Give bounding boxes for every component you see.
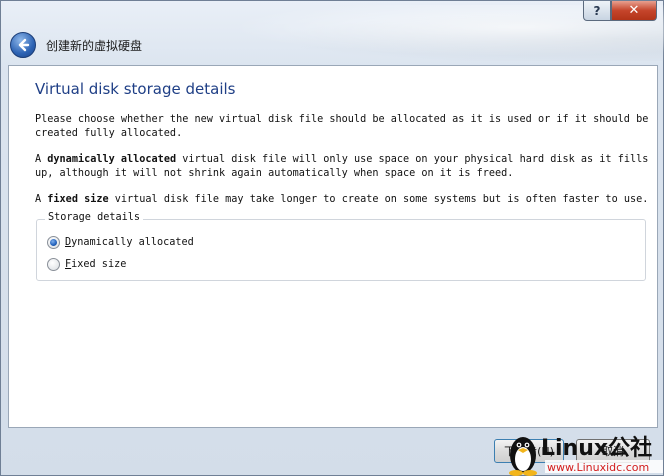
dynamic-paragraph-pre: A — [35, 154, 48, 165]
title-buttons: ? ✕ — [583, 1, 657, 21]
wizard-window: ? ✕ 创建新的虚拟硬盘 Virtual disk storage detail… — [0, 0, 664, 476]
back-arrow-icon — [18, 38, 30, 52]
wizard-title: 创建新的虚拟硬盘 — [46, 39, 143, 53]
radio-button[interactable] — [47, 258, 60, 271]
wizard-footer: 下一步(N) 取消 — [8, 429, 658, 473]
help-button[interactable]: ? — [583, 1, 611, 21]
fixed-paragraph-pre: A — [35, 194, 48, 205]
radio-label-text: ixed size — [71, 259, 127, 270]
wizard-page: Virtual disk storage details Please choo… — [8, 65, 658, 428]
radio-selected-dot — [50, 239, 57, 246]
help-icon: ? — [593, 3, 601, 18]
radio-label[interactable]: Fixed size — [65, 259, 126, 270]
fixed-paragraph: A fixed size virtual disk file may take … — [35, 193, 649, 207]
page-heading: Virtual disk storage details — [35, 80, 236, 98]
dynamic-paragraph-bold: dynamically allocated — [47, 154, 177, 165]
back-button[interactable] — [10, 32, 36, 58]
intro-paragraph: Please choose whether the new virtual di… — [35, 114, 649, 139]
radio-dynamically-allocated[interactable]: Dynamically allocated — [47, 236, 194, 249]
cancel-button[interactable]: 取消 — [576, 439, 650, 463]
storage-details-group: Storage details Dynamically allocated Fi… — [36, 212, 646, 281]
radio-label-text: ynamically allocated — [71, 237, 194, 248]
fixed-paragraph-bold: fixed size — [47, 194, 109, 205]
dynamic-paragraph: A dynamically allocated virtual disk fil… — [35, 153, 649, 181]
radio-button[interactable] — [47, 236, 60, 249]
storage-details-legend: Storage details — [45, 212, 144, 223]
radio-label[interactable]: Dynamically allocated — [65, 237, 194, 248]
close-icon: ✕ — [628, 3, 640, 18]
next-button[interactable]: 下一步(N) — [494, 439, 564, 463]
radio-fixed-size[interactable]: Fixed size — [47, 258, 126, 271]
fixed-paragraph-post: virtual disk file may take longer to cre… — [108, 194, 649, 205]
close-button[interactable]: ✕ — [611, 1, 657, 21]
